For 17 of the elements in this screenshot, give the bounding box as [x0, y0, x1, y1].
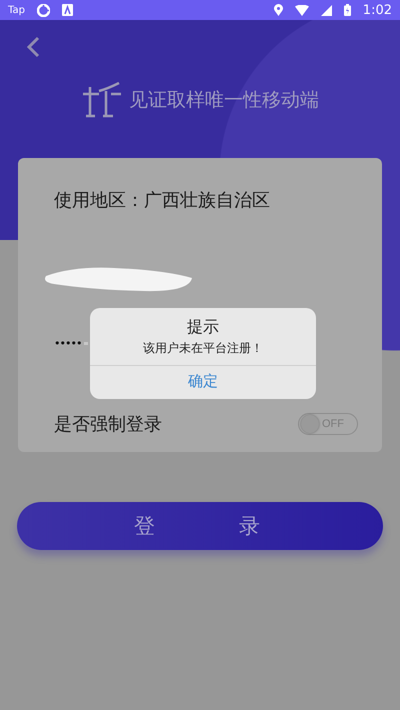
location-icon [274, 4, 283, 16]
dialog-message: 该用户未在平台注册！ [143, 340, 263, 357]
region-text: 使用地区：广西壮族自治区 [54, 189, 271, 212]
battery-icon [344, 4, 351, 16]
app-title: 见证取样唯一性移动端 [129, 88, 319, 113]
wifi-icon [294, 4, 309, 16]
force-login-label: 是否强制登录 [54, 413, 162, 436]
back-icon[interactable] [26, 36, 40, 58]
confirm-button[interactable]: 确定 [90, 365, 316, 399]
aperture-icon [36, 4, 50, 16]
clock-time: 1:02 [362, 2, 392, 18]
app-icon [62, 4, 73, 16]
signal-icon [320, 4, 332, 16]
login-button[interactable]: 登录 [17, 502, 383, 550]
dialog-title: 提示 [187, 317, 219, 338]
app-label: Tap [8, 4, 25, 16]
logo-icon [81, 82, 123, 118]
